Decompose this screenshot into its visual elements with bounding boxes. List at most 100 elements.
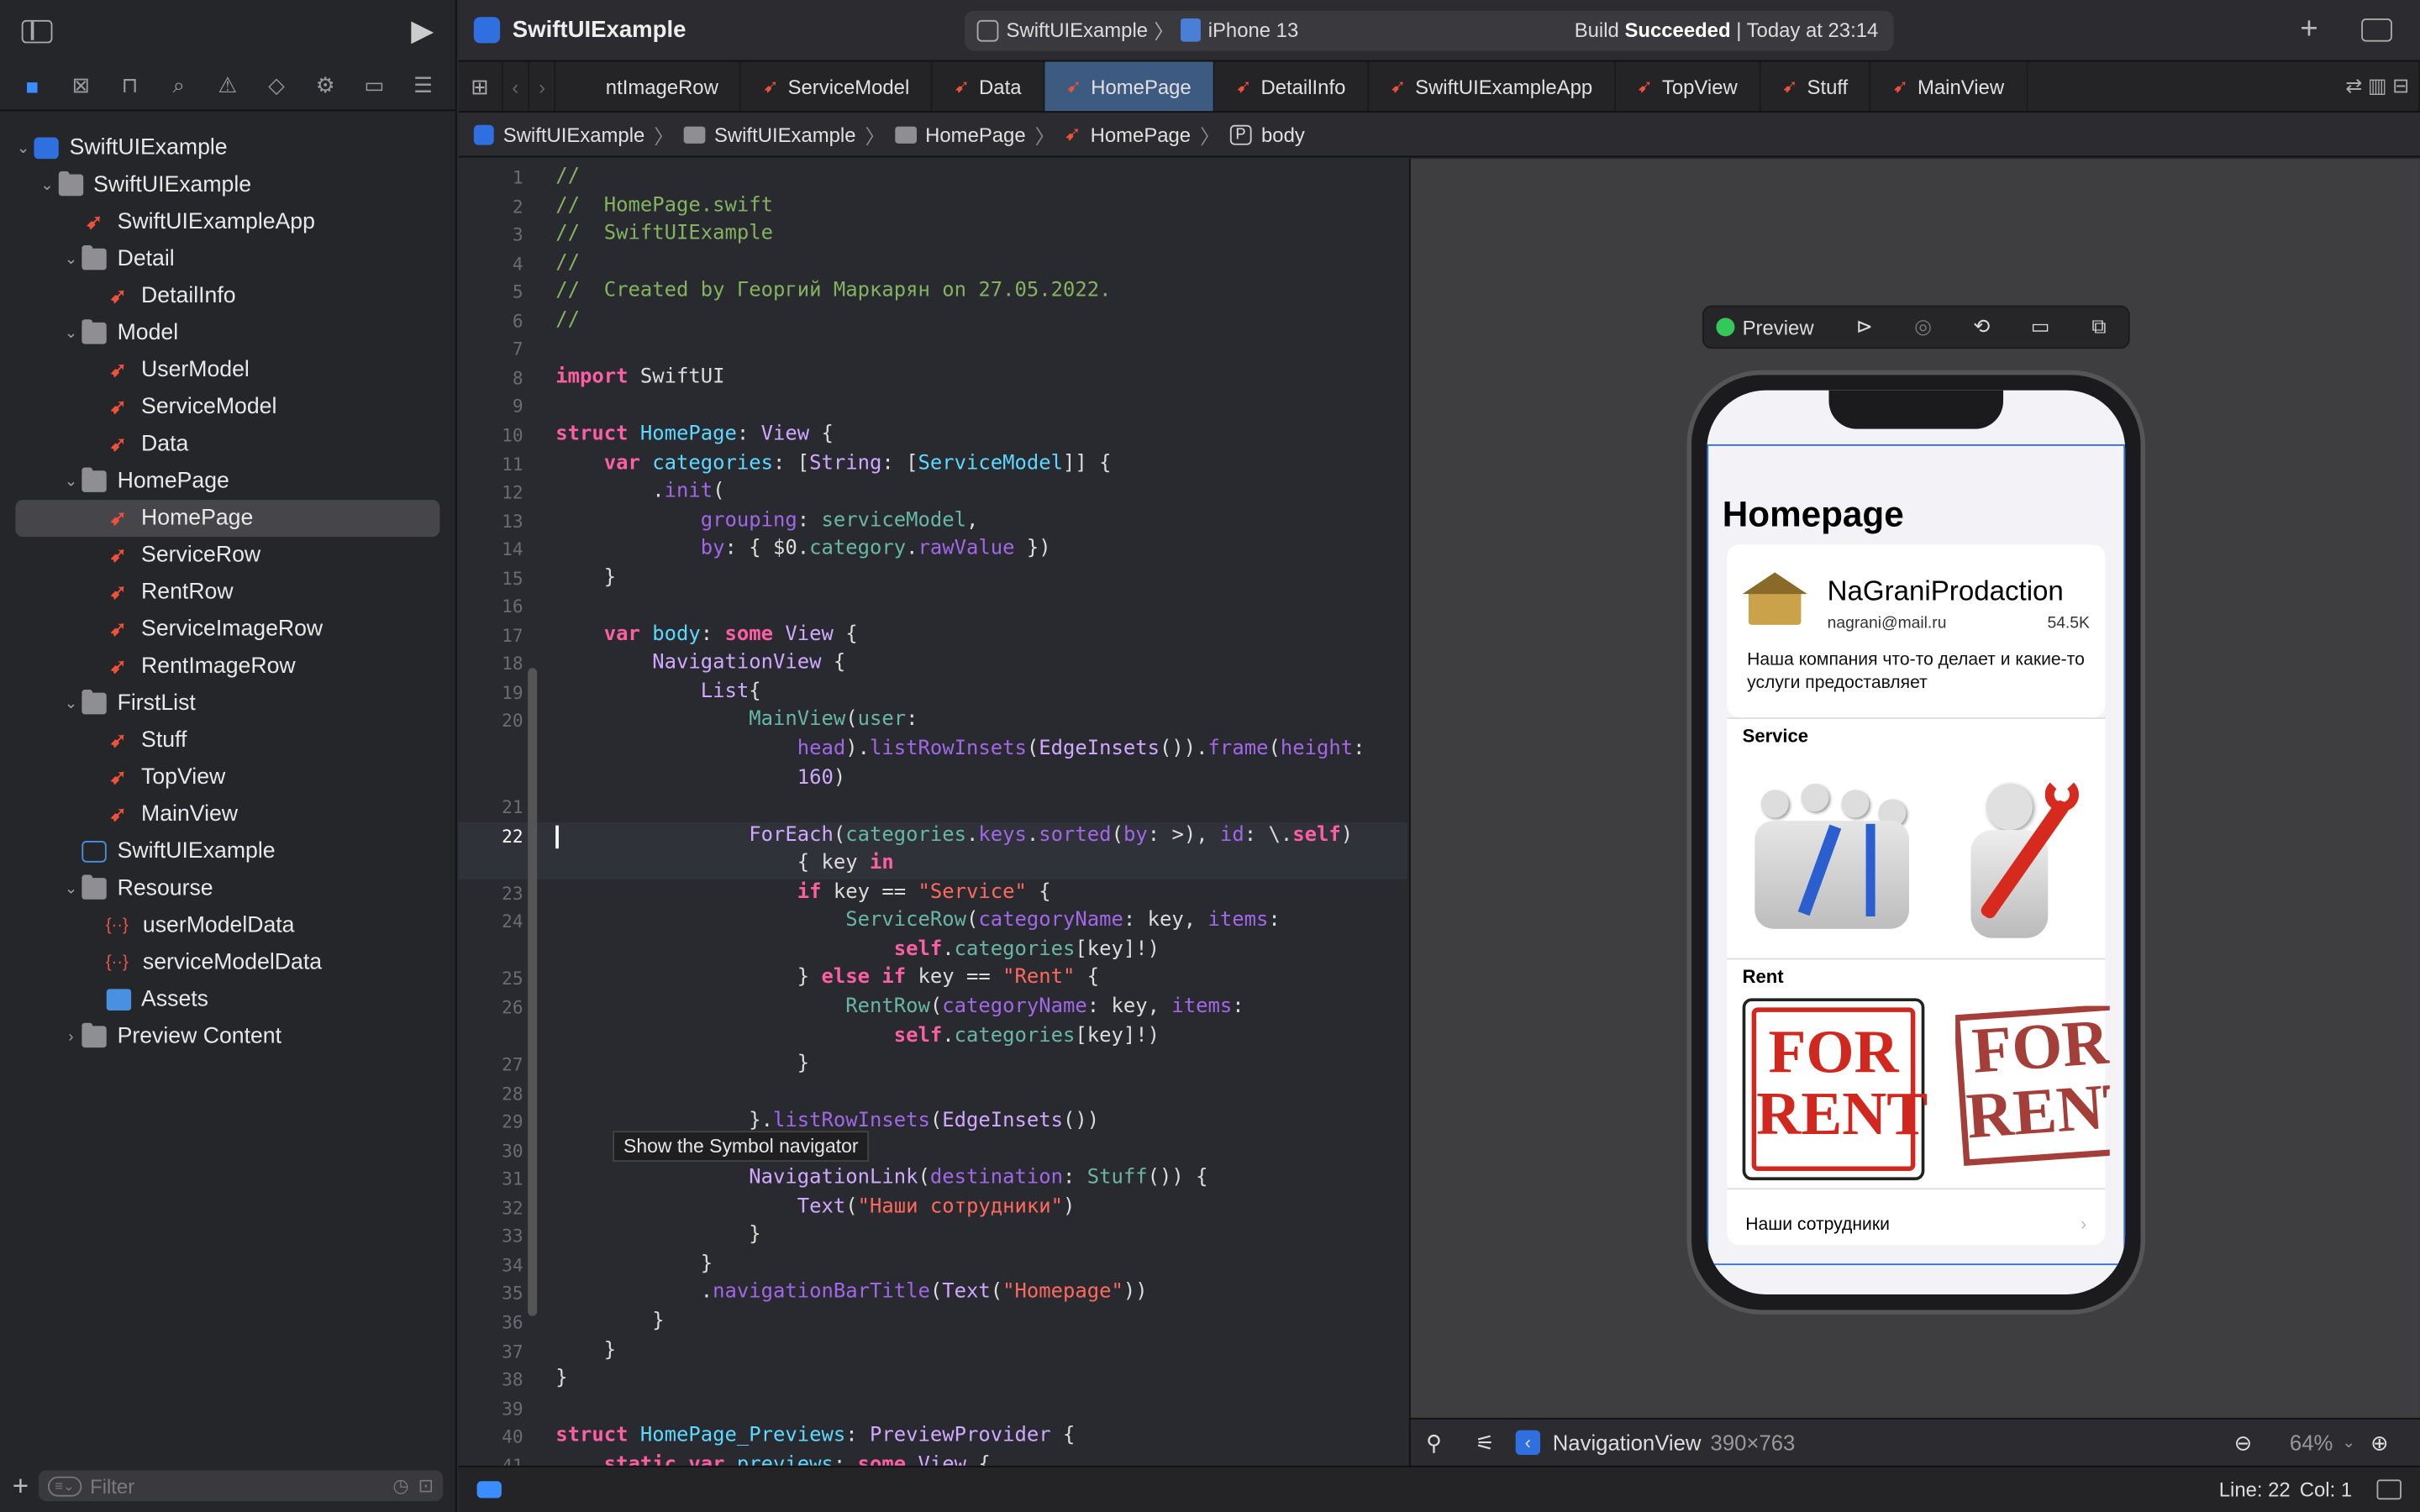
code-line[interactable]: 41 static var previews: some View {	[458, 1452, 1407, 1466]
chevron-down-icon[interactable]: ⌄	[60, 473, 82, 490]
zoom-in-icon[interactable]: ⊕	[2370, 1430, 2404, 1456]
zoom-out-icon[interactable]: ⊖	[2234, 1430, 2268, 1456]
tab-data[interactable]: ➹ Data	[933, 61, 1045, 112]
code-line[interactable]: 18 NavigationView {	[458, 650, 1407, 679]
code-line[interactable]: 30	[458, 1137, 1407, 1165]
recent-files-icon[interactable]: ◷	[392, 1475, 408, 1497]
code-line[interactable]: 37 }	[458, 1337, 1407, 1366]
breadcrumb-item[interactable]: SwiftUIExample	[714, 123, 856, 146]
debug-area-icon[interactable]	[476, 1481, 502, 1499]
file-tree-item[interactable]: ➹ MainView	[0, 796, 455, 833]
run-icon[interactable]: ▶	[411, 13, 434, 49]
code-line[interactable]: 35 .navigationBarTitle(Text("Homepage"))	[458, 1279, 1407, 1308]
file-tree-item[interactable]: ⌄ Detail	[0, 241, 455, 278]
code-line[interactable]: 20 MainView(user:	[458, 707, 1407, 736]
zoom-chevron-icon[interactable]: ⌄	[2342, 1434, 2354, 1451]
chevron-down-icon[interactable]: ⌄	[60, 325, 82, 342]
split-editor-icon[interactable]: ⇄ ▥ ⊟	[2336, 61, 2420, 112]
tab-servicemodel[interactable]: ➹ ServiceModel	[741, 61, 933, 112]
breadcrumb-item[interactable]: HomePage	[1091, 123, 1191, 146]
search-icon[interactable]: ⌕	[155, 72, 203, 98]
code-line[interactable]: head).listRowInsets(EdgeInsets()).frame(…	[458, 736, 1407, 764]
code-line[interactable]: 3 // SwiftUIExample	[458, 221, 1407, 249]
tab-stuff[interactable]: ➹ Stuff	[1760, 61, 1871, 112]
debug-icon[interactable]: ⚙	[301, 72, 350, 98]
chevron-down-icon[interactable]: ⌄	[13, 139, 34, 156]
variants-icon[interactable]: ⚟	[1476, 1430, 1509, 1456]
file-tree-item[interactable]: Assets	[0, 981, 455, 1018]
toggle-debug-area-icon[interactable]	[2376, 1479, 2402, 1500]
code-line[interactable]: 1 //	[458, 164, 1407, 192]
code-line[interactable]: 8 import SwiftUI	[458, 364, 1407, 392]
service-image-wrench[interactable]	[1940, 774, 2095, 957]
library-add-icon[interactable]: +	[2300, 13, 2317, 48]
chevron-right-icon[interactable]: ›	[60, 1028, 82, 1045]
folder-navigator-icon[interactable]: ■	[8, 73, 56, 97]
code-line[interactable]: 25 } else if key == "Rent" {	[458, 965, 1407, 994]
code-line[interactable]: 2 // HomePage.swift	[458, 192, 1407, 221]
rotate-icon[interactable]: ⟲	[1952, 315, 2011, 339]
code-line[interactable]: 38}	[458, 1366, 1407, 1394]
code-line[interactable]: 10 struct HomePage: View {	[458, 421, 1407, 449]
preview-label[interactable]: Preview	[1743, 316, 1814, 339]
code-editor[interactable]: 1 // 2 // HomePage.swift 3 // SwiftUIExample 4…	[458, 159, 1408, 1466]
code-line[interactable]: 33 }	[458, 1222, 1407, 1251]
filter-scm-icon[interactable]: ⊡	[418, 1475, 434, 1497]
chevron-down-icon[interactable]: ⌄	[60, 250, 82, 267]
file-tree-item[interactable]: ➹ ServiceRow	[0, 537, 455, 574]
code-line[interactable]: 24 ServiceRow(categoryName: key, items:	[458, 908, 1407, 937]
code-line[interactable]: 13 grouping: serviceModel,	[458, 507, 1407, 536]
code-line[interactable]: 26 RentRow(categoryName: key, items:	[458, 994, 1407, 1022]
code-line[interactable]: 31 NavigationLink(destination: Stuff()) …	[458, 1165, 1407, 1194]
code-line[interactable]: 12 .init(	[458, 478, 1407, 507]
file-tree-item[interactable]: {··} userModelData	[0, 907, 455, 944]
pin-icon[interactable]: ⚲	[1426, 1430, 1460, 1456]
code-line[interactable]: 34 }	[458, 1251, 1407, 1279]
duplicate-preview-icon[interactable]: ⧉	[2070, 315, 2128, 339]
back-button[interactable]: ‹	[502, 61, 530, 112]
code-line[interactable]: 14 by: { $0.category.rawValue })	[458, 536, 1407, 564]
file-tree-item[interactable]: ⌄ HomePage	[0, 463, 455, 500]
file-tree-item[interactable]: ⌄ Model	[0, 315, 455, 352]
breakpoint-icon[interactable]: ▭	[350, 72, 398, 98]
phone-screen[interactable]: Homepage NaGraniProdaction nagrani@mail.…	[1707, 390, 2126, 1294]
scheme-selector[interactable]: SwiftUIExample	[1007, 18, 1149, 42]
report-icon[interactable]: ☰	[399, 72, 448, 98]
tab-homepage[interactable]: ➹ HomePage	[1044, 61, 1215, 112]
file-tree-item[interactable]: › Preview Content	[0, 1018, 455, 1055]
file-tree-item[interactable]: ➹ Stuff	[0, 722, 455, 759]
code-line[interactable]: 22 ForEach(categories.keys.sorted(by: >)…	[458, 822, 1407, 850]
zoom-level[interactable]: 64%	[2290, 1431, 2333, 1455]
chevron-down-icon[interactable]: ⌄	[60, 695, 82, 711]
symbol-navigator-icon[interactable]: ⊓	[106, 72, 155, 98]
breadcrumb-item[interactable]: body	[1261, 123, 1305, 146]
chevron-down-icon[interactable]: ⌄	[60, 880, 82, 897]
code-line[interactable]: 6 //	[458, 307, 1407, 335]
file-tree-item[interactable]: ⌄ Resourse	[0, 870, 455, 907]
issue-icon[interactable]: ⚠	[203, 72, 252, 98]
filter-options-icon[interactable]: ≡⌄	[47, 1475, 82, 1496]
code-line[interactable]: 28	[458, 1079, 1407, 1108]
file-tree-item[interactable]: ⌄ SwiftUIExample	[0, 129, 455, 166]
file-tree-item[interactable]: ➹ HomePage	[15, 500, 440, 538]
filter-input[interactable]: ≡⌄ Filter ◷ ⊡	[38, 1470, 444, 1502]
file-tree-item[interactable]: ➹ SwiftUIExampleApp	[0, 203, 455, 240]
file-tree-item[interactable]: ➹ DetailInfo	[0, 278, 455, 315]
code-line[interactable]: 9	[458, 392, 1407, 421]
live-preview-icon[interactable]: ⊳	[1835, 315, 1894, 339]
file-tree-item[interactable]: ➹ RentImageRow	[0, 648, 455, 685]
test-icon[interactable]: ◇	[252, 72, 301, 98]
code-line[interactable]: 15 }	[458, 564, 1407, 593]
staff-link-row[interactable]: Наши сотрудники ›	[1727, 1205, 2106, 1246]
code-line[interactable]: 32 Text("Наши сотрудники")	[458, 1194, 1407, 1222]
related-items-icon[interactable]: ⊞	[458, 61, 503, 112]
code-line[interactable]: 160)	[458, 764, 1407, 793]
code-line[interactable]: 40 struct HomePage_Previews: PreviewProvi…	[458, 1423, 1407, 1452]
file-tree-item[interactable]: ⌄ FirstList	[0, 685, 455, 722]
code-line[interactable]: 5 // Created by Георгий Маркарян on 27.05…	[458, 278, 1407, 307]
code-line[interactable]: self.categories[key]!)	[458, 1022, 1407, 1051]
tab-mainview[interactable]: ➹ MainView	[1871, 61, 2028, 112]
file-tree-item[interactable]: ➹ UserModel	[0, 352, 455, 389]
tab-ntimagerow[interactable]: ntImageRow	[556, 61, 742, 112]
device-settings-icon[interactable]: ▭	[2011, 315, 2070, 339]
